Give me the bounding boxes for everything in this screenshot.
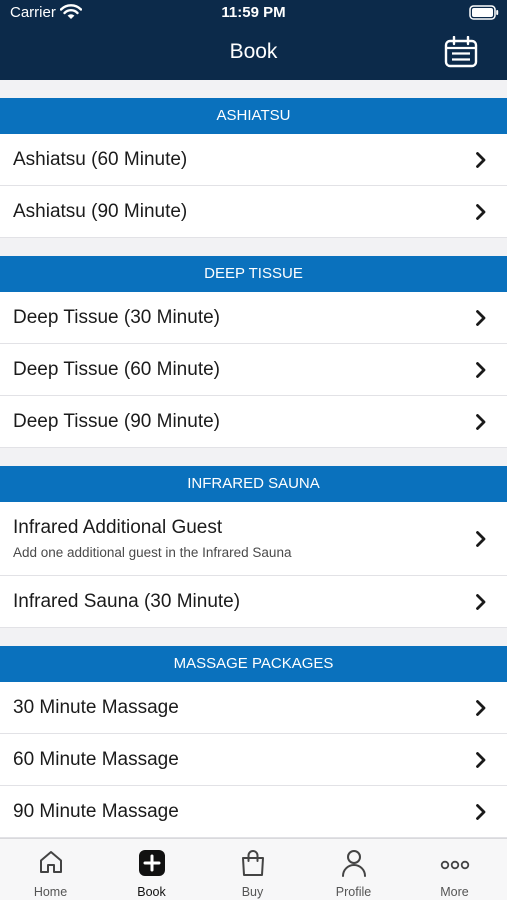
tab-label: Buy xyxy=(241,885,264,899)
list-item-title: Deep Tissue (90 Minute) xyxy=(13,411,220,432)
tab-label: Profile xyxy=(335,885,372,899)
top-bar: Carrier 11:59 PM Book xyxy=(0,0,507,80)
section-deep-tissue: DEEP TISSUE Deep Tissue (30 Minute) Deep… xyxy=(0,256,507,448)
list-item-title: Ashiatsu (60 Minute) xyxy=(13,149,188,170)
list-item[interactable]: 60 Minute Massage xyxy=(0,734,507,786)
chevron-right-icon xyxy=(475,413,487,436)
list-item[interactable]: Ashiatsu (60 Minute) xyxy=(0,134,507,186)
list-item[interactable]: 30 Minute Massage xyxy=(0,682,507,734)
home-icon xyxy=(38,849,64,880)
section-header: ASHIATSU xyxy=(0,98,507,134)
calendar-icon[interactable] xyxy=(444,35,478,73)
section-header: INFRARED SAUNA xyxy=(0,466,507,502)
plus-square-icon xyxy=(138,849,166,882)
section-infrared-sauna: INFRARED SAUNA Infrared Additional Guest… xyxy=(0,466,507,628)
list-item-title: 30 Minute Massage xyxy=(13,697,179,718)
section-header: MASSAGE PACKAGES xyxy=(0,646,507,682)
tab-profile[interactable]: Profile xyxy=(303,839,404,900)
list-item-title: Infrared Additional Guest xyxy=(13,517,223,538)
shopping-bag-icon xyxy=(240,849,266,882)
list-item-title: Deep Tissue (60 Minute) xyxy=(13,359,220,380)
list-item[interactable]: Deep Tissue (90 Minute) xyxy=(0,396,507,448)
chevron-right-icon xyxy=(475,151,487,174)
chevron-right-icon xyxy=(475,751,487,774)
chevron-right-icon xyxy=(475,309,487,332)
tab-more[interactable]: More xyxy=(404,839,505,900)
list-item-title: Deep Tissue (30 Minute) xyxy=(13,307,220,328)
battery-icon xyxy=(469,5,499,24)
status-bar: Carrier 11:59 PM xyxy=(0,0,507,26)
more-dots-icon xyxy=(440,857,470,875)
app-screen: Carrier 11:59 PM Book ASHIATSU Ashiatsu … xyxy=(0,0,507,900)
chevron-right-icon xyxy=(475,699,487,722)
list-item-title: Ashiatsu (90 Minute) xyxy=(13,201,188,222)
list-item[interactable]: Deep Tissue (30 Minute) xyxy=(0,292,507,344)
tab-buy[interactable]: Buy xyxy=(202,839,303,900)
tab-book[interactable]: Book xyxy=(101,839,202,900)
tab-label: More xyxy=(440,885,469,899)
tab-bar: Home Book Buy Profile More xyxy=(0,838,507,900)
page-title: Book xyxy=(229,40,278,63)
section-header: DEEP TISSUE xyxy=(0,256,507,292)
chevron-right-icon xyxy=(475,203,487,226)
list-item[interactable]: Infrared Additional Guest Add one additi… xyxy=(0,502,507,576)
chevron-right-icon xyxy=(475,530,487,553)
list-item-title: 60 Minute Massage xyxy=(13,749,179,770)
chevron-right-icon xyxy=(475,361,487,384)
tab-label: Book xyxy=(137,885,166,899)
list-item[interactable]: Ashiatsu (90 Minute) xyxy=(0,186,507,238)
list-item-subtitle: Add one additional guest in the Infrared… xyxy=(13,545,292,560)
list-item[interactable]: Infrared Sauna (30 Minute) xyxy=(0,576,507,628)
list-item[interactable]: 90 Minute Massage xyxy=(0,786,507,838)
section-massage-packages: MASSAGE PACKAGES 30 Minute Massage 60 Mi… xyxy=(0,646,507,838)
list-item-title: 90 Minute Massage xyxy=(13,801,179,822)
tab-label: Home xyxy=(33,885,68,899)
user-icon xyxy=(341,849,367,882)
chevron-right-icon xyxy=(475,593,487,616)
section-ashiatsu: ASHIATSU Ashiatsu (60 Minute) Ashiatsu (… xyxy=(0,98,507,238)
status-time: 11:59 PM xyxy=(221,4,286,21)
list-item-title: Infrared Sauna (30 Minute) xyxy=(13,591,241,612)
service-list[interactable]: ASHIATSU Ashiatsu (60 Minute) Ashiatsu (… xyxy=(0,80,507,838)
tab-home[interactable]: Home xyxy=(0,839,101,900)
list-item[interactable]: Deep Tissue (60 Minute) xyxy=(0,344,507,396)
chevron-right-icon xyxy=(475,803,487,826)
